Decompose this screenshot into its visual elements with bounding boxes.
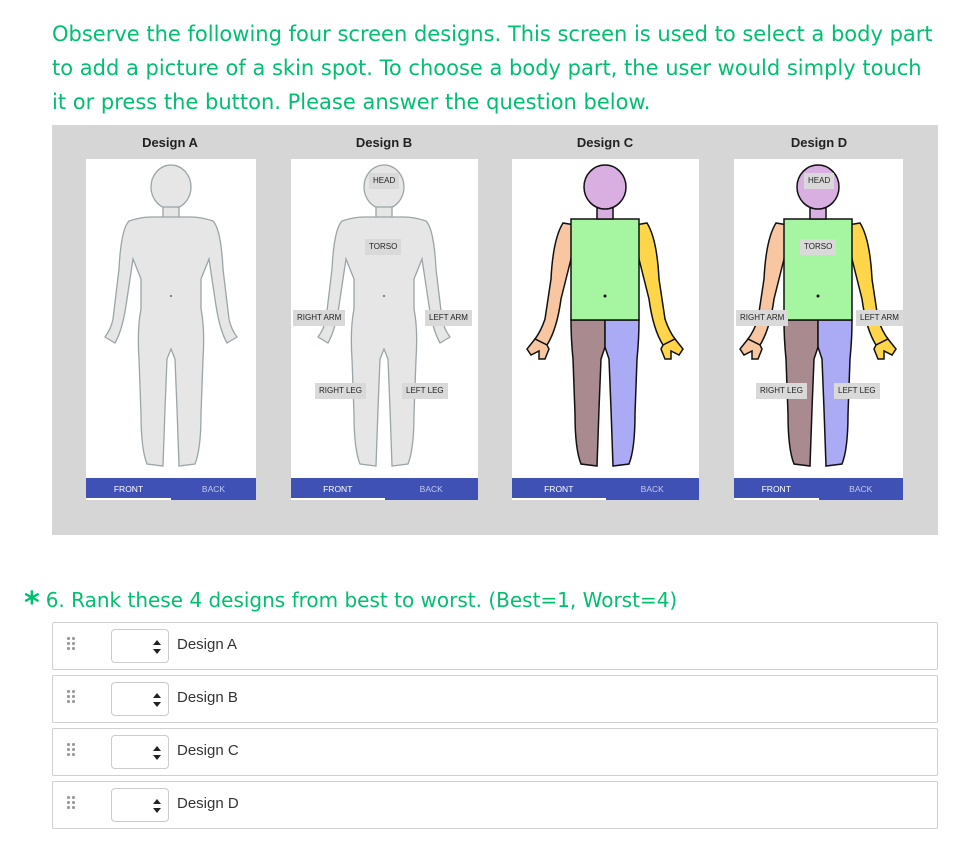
design-a-tab-bar: FRONT BACK bbox=[86, 478, 256, 500]
design-c-left-leg[interactable] bbox=[604, 319, 640, 467]
design-a-tab-front[interactable]: FRONT bbox=[86, 478, 171, 500]
design-c-torso[interactable] bbox=[570, 218, 640, 321]
design-d-torso[interactable] bbox=[783, 218, 853, 321]
design-b-tab-bar: FRONT BACK bbox=[291, 478, 478, 500]
intro-text: Observe the following four screen design… bbox=[52, 22, 933, 114]
design-b-screen: HEAD TORSO RIGHT ARM LEFT ARM RIGHT LEG … bbox=[291, 159, 478, 500]
rank-select[interactable] bbox=[111, 629, 169, 663]
select-arrows-icon bbox=[153, 799, 161, 813]
design-b-right-arm-button[interactable]: RIGHT ARM bbox=[293, 310, 346, 326]
drag-handle-icon[interactable] bbox=[67, 690, 77, 706]
option-label: Design C bbox=[177, 742, 239, 759]
design-b-head-button[interactable]: HEAD bbox=[369, 173, 400, 189]
design-b-right-leg-button[interactable]: RIGHT LEG bbox=[315, 383, 366, 399]
design-d-right-arm[interactable] bbox=[746, 222, 789, 346]
option-label: Design D bbox=[177, 795, 239, 812]
design-d-head-button[interactable]: HEAD bbox=[804, 173, 835, 189]
drag-handle-icon[interactable] bbox=[67, 743, 77, 759]
design-b-tab-back[interactable]: BACK bbox=[385, 478, 479, 500]
design-b-left-arm-button[interactable]: LEFT ARM bbox=[425, 310, 472, 326]
option-label: Design A bbox=[177, 636, 238, 653]
option-label: Design B bbox=[177, 689, 238, 706]
drag-handle-icon[interactable] bbox=[67, 796, 77, 812]
design-d-screen: HEAD TORSO RIGHT ARM LEFT ARM RIGHT LEG … bbox=[734, 159, 903, 500]
rank-select[interactable] bbox=[111, 682, 169, 716]
design-d-left-arm-button[interactable]: LEFT ARM bbox=[856, 310, 903, 326]
design-c-right-leg[interactable] bbox=[570, 319, 606, 467]
design-c-tab-back[interactable]: BACK bbox=[606, 478, 700, 500]
design-d-left-arm[interactable] bbox=[847, 222, 890, 346]
design-a-body-figure bbox=[104, 164, 238, 467]
design-c-tab-bar: FRONT BACK bbox=[512, 478, 699, 500]
design-d-tab-bar: FRONT BACK bbox=[734, 478, 903, 500]
design-c-body-figure bbox=[526, 164, 684, 467]
rank-row[interactable]: Design D bbox=[52, 781, 938, 829]
designs-figure: Design A FRONT BACK Design B HEAD TORSO … bbox=[52, 125, 938, 535]
select-arrows-icon bbox=[153, 693, 161, 707]
drag-handle-icon[interactable] bbox=[67, 637, 77, 653]
design-b-left-leg-button[interactable]: LEFT LEG bbox=[402, 383, 448, 399]
design-d-tab-back[interactable]: BACK bbox=[819, 478, 904, 500]
design-b-title: Design B bbox=[355, 135, 413, 150]
design-d-right-arm-button[interactable]: RIGHT ARM bbox=[736, 310, 789, 326]
design-a-screen: FRONT BACK bbox=[86, 159, 256, 500]
design-d-left-leg-button[interactable]: LEFT LEG bbox=[834, 383, 880, 399]
design-d-right-leg-button[interactable]: RIGHT LEG bbox=[756, 383, 807, 399]
design-c-tab-front[interactable]: FRONT bbox=[512, 478, 606, 500]
design-c-title: Design C bbox=[576, 135, 634, 150]
design-b-tab-front[interactable]: FRONT bbox=[291, 478, 385, 500]
rank-row[interactable]: Design A bbox=[52, 622, 938, 670]
select-arrows-icon bbox=[153, 746, 161, 760]
rank-row[interactable]: Design C bbox=[52, 728, 938, 776]
question-text: 6. Rank these 4 designs from best to wor… bbox=[45, 588, 678, 612]
design-d-torso-button[interactable]: TORSO bbox=[800, 239, 837, 255]
question-heading: * 6. Rank these 4 designs from best to w… bbox=[24, 580, 678, 621]
rank-select[interactable] bbox=[111, 735, 169, 769]
design-c-right-arm[interactable] bbox=[533, 222, 576, 346]
required-marker: * bbox=[24, 586, 40, 621]
design-c-head[interactable] bbox=[583, 164, 627, 210]
select-arrows-icon bbox=[153, 640, 161, 654]
rank-row[interactable]: Design B bbox=[52, 675, 938, 723]
rank-select[interactable] bbox=[111, 788, 169, 822]
design-a-tab-back[interactable]: BACK bbox=[171, 478, 256, 500]
design-c-left-arm[interactable] bbox=[634, 222, 677, 346]
design-d-title: Design D bbox=[790, 135, 848, 150]
design-b-torso-button[interactable]: TORSO bbox=[365, 239, 402, 255]
design-d-tab-front[interactable]: FRONT bbox=[734, 478, 819, 500]
design-a-title: Design A bbox=[142, 135, 198, 150]
design-c-screen: FRONT BACK bbox=[512, 159, 699, 500]
